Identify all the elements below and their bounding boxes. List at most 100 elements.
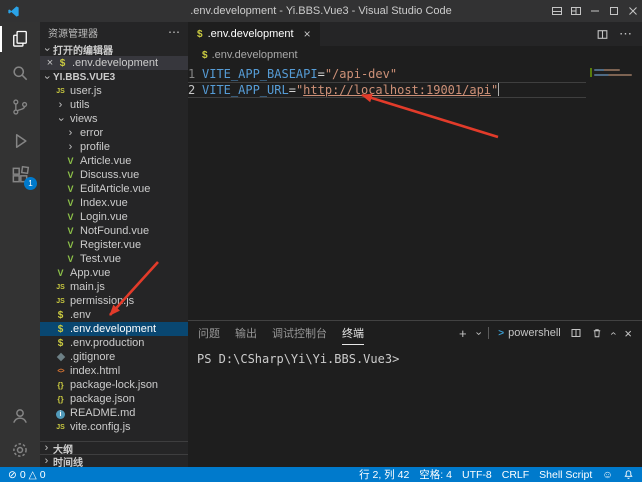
- split-terminal-icon[interactable]: [570, 327, 582, 339]
- new-terminal-icon[interactable]: +: [459, 326, 467, 341]
- split-editor-icon[interactable]: [596, 28, 609, 41]
- tree-item[interactable]: JSvite.config.js: [40, 420, 188, 434]
- tree-item[interactable]: VRegister.vue: [40, 238, 188, 252]
- terminal-icon: >: [498, 328, 504, 339]
- open-editors-section[interactable]: › 打开的编辑器: [40, 42, 188, 56]
- vue-icon: V: [64, 198, 77, 208]
- tree-item[interactable]: JSmain.js: [40, 280, 188, 294]
- chevron-right-icon: ›: [54, 100, 67, 111]
- extensions-icon[interactable]: 1: [0, 158, 40, 192]
- tree-item[interactable]: ›error: [40, 126, 188, 140]
- tree-item[interactable]: iREADME.md: [40, 406, 188, 420]
- panel-tab[interactable]: 输出: [235, 321, 257, 345]
- terminal[interactable]: PS D:\CSharp\Yi\Yi.BBS.Vue3>: [188, 345, 642, 467]
- project-section-header[interactable]: › YI.BBS.VUE3: [40, 70, 188, 84]
- error-icon: ⊘: [8, 469, 17, 481]
- notifications-bell-icon[interactable]: [623, 469, 634, 480]
- window-title: .env.development - Yi.BBS.Vue3 - Visual …: [0, 5, 642, 17]
- terminal-dropdown-icon[interactable]: ›: [472, 331, 483, 335]
- vue-icon: V: [64, 156, 77, 166]
- code-line[interactable]: 1VITE_APP_BASEAPI="/api-dev": [188, 66, 586, 82]
- explorer-icon[interactable]: [0, 22, 40, 56]
- breadcrumb[interactable]: $ .env.development: [188, 46, 642, 64]
- status-cursor-position[interactable]: 行 2, 列 42: [359, 467, 409, 482]
- env-icon: $: [202, 50, 208, 61]
- code-text: VITE_APP_URL="http://localhost:19001/api…: [202, 82, 499, 98]
- tree-item[interactable]: {}package-lock.json: [40, 378, 188, 392]
- more-actions-icon[interactable]: ⋯: [168, 25, 180, 39]
- toggle-panel-icon[interactable]: [547, 0, 566, 22]
- tree-item[interactable]: VTest.vue: [40, 252, 188, 266]
- status-right: ☺ 行 2, 列 42 空格: 4 UTF-8 CRLF Shell Script: [359, 467, 634, 482]
- source-control-icon[interactable]: [0, 90, 40, 124]
- tree-item[interactable]: VLogin.vue: [40, 210, 188, 224]
- search-icon[interactable]: [0, 56, 40, 90]
- tree-item-label: Test.vue: [80, 253, 121, 265]
- tree-item-label: package-lock.json: [70, 379, 158, 391]
- run-debug-icon[interactable]: [0, 124, 40, 158]
- feedback-smiley-icon[interactable]: ☺: [602, 469, 613, 481]
- more-actions-icon[interactable]: ⋯: [619, 26, 632, 42]
- js-icon: JS: [54, 88, 67, 95]
- tree-item[interactable]: $.env: [40, 308, 188, 322]
- editor-group: $ .env.development × ⋯ $ .env.developmen…: [188, 22, 642, 467]
- close-panel-icon[interactable]: ×: [624, 326, 632, 341]
- timeline-section[interactable]: › 时间线: [40, 454, 188, 467]
- tree-item[interactable]: JSpermission.js: [40, 294, 188, 308]
- chevron-right-icon: ›: [64, 142, 77, 153]
- kill-terminal-icon[interactable]: [591, 327, 603, 339]
- shell-selector[interactable]: > powershell: [498, 327, 560, 339]
- open-editor-item[interactable]: × $ .env.development: [40, 56, 188, 70]
- tab-env-development[interactable]: $ .env.development ×: [188, 22, 320, 46]
- tree-item[interactable]: {}package.json: [40, 392, 188, 406]
- tree-item[interactable]: $.env.production: [40, 336, 188, 350]
- vue-icon: V: [64, 170, 77, 180]
- close-editor-icon[interactable]: ×: [44, 57, 56, 69]
- maximize-panel-icon[interactable]: ›: [608, 331, 619, 335]
- outline-section[interactable]: › 大纲: [40, 441, 188, 454]
- panel-tab[interactable]: 调试控制台: [272, 321, 327, 345]
- tree-item[interactable]: VIndex.vue: [40, 196, 188, 210]
- status-indentation[interactable]: 空格: 4: [419, 467, 452, 482]
- status-language-mode[interactable]: Shell Script: [539, 469, 592, 481]
- status-eol[interactable]: CRLF: [502, 469, 529, 481]
- separator: [488, 327, 489, 339]
- chevron-down-icon: ›: [55, 113, 66, 126]
- tree-item[interactable]: JSuser.js: [40, 84, 188, 98]
- customize-layout-icon[interactable]: [566, 0, 585, 22]
- activity-bar: 1: [0, 22, 40, 467]
- settings-gear-icon[interactable]: [0, 433, 40, 467]
- tree-item[interactable]: VArticle.vue: [40, 154, 188, 168]
- status-encoding[interactable]: UTF-8: [462, 469, 492, 481]
- code-line[interactable]: 2VITE_APP_URL="http://localhost:19001/ap…: [188, 82, 586, 98]
- tree-item[interactable]: › views: [40, 112, 188, 126]
- close-window-icon[interactable]: [623, 0, 642, 22]
- tab-label: .env.development: [208, 28, 294, 40]
- tree-item-label: views: [70, 113, 98, 125]
- tree-item-label: package.json: [70, 393, 135, 405]
- problems-status[interactable]: ⊘ 0 △ 0: [8, 469, 46, 481]
- tree-item[interactable]: VApp.vue: [40, 266, 188, 280]
- tree-item[interactable]: $.env.development: [40, 322, 188, 336]
- tree-item[interactable]: VDiscuss.vue: [40, 168, 188, 182]
- tree-item[interactable]: ›profile: [40, 140, 188, 154]
- account-icon[interactable]: [0, 399, 40, 433]
- line-number: 1: [188, 66, 202, 82]
- warning-count: 0: [40, 469, 46, 481]
- maximize-icon[interactable]: [604, 0, 623, 22]
- close-tab-icon[interactable]: ×: [304, 27, 311, 41]
- minimize-icon[interactable]: [585, 0, 604, 22]
- tree-item[interactable]: .gitignore: [40, 350, 188, 364]
- tree-item[interactable]: VNotFound.vue: [40, 224, 188, 238]
- tree-item[interactable]: <>index.html: [40, 364, 188, 378]
- window-controls: [547, 0, 642, 22]
- panel-tab[interactable]: 终端: [342, 321, 364, 345]
- tree-item[interactable]: VEditArticle.vue: [40, 182, 188, 196]
- minimap[interactable]: [590, 66, 632, 108]
- tree-item[interactable]: ›utils: [40, 98, 188, 112]
- project-name: YI.BBS.VUE3: [53, 72, 115, 83]
- panel-tab[interactable]: 问题: [198, 321, 220, 345]
- code-editor[interactable]: 1VITE_APP_BASEAPI="/api-dev"2VITE_APP_UR…: [188, 64, 642, 320]
- panel-tabs: 问题输出调试控制台终端: [198, 321, 379, 345]
- shell-name: powershell: [508, 327, 561, 339]
